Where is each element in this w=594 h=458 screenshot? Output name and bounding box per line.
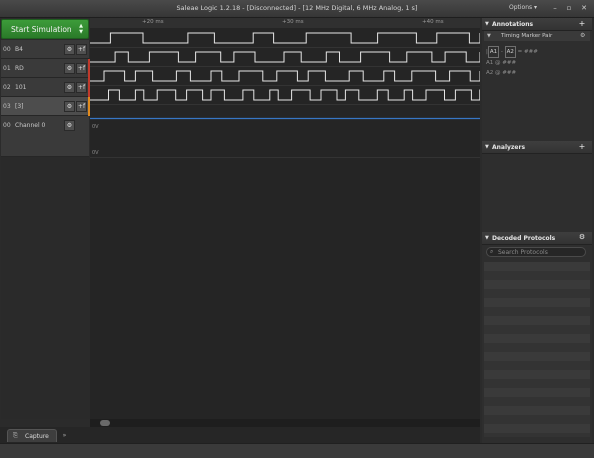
- start-simulation-button[interactable]: Start Simulation ▲ ▼: [1, 19, 89, 39]
- capture-icon: ⎘: [13, 432, 18, 439]
- marker-a2-line: A2 @ ###: [486, 70, 517, 76]
- waveform-area[interactable]: 0V 0V: [90, 28, 480, 419]
- annotations-title: Annotations: [492, 21, 534, 28]
- time-ruler[interactable]: +20 ms +30 ms +40 ms: [90, 18, 480, 28]
- digital-waveform-trace: [90, 51, 480, 63]
- gear-icon[interactable]: ⚙: [577, 233, 587, 242]
- ruler-tick: +30 ms: [282, 19, 304, 25]
- collapse-arrow-icon[interactable]: ▼: [485, 144, 489, 150]
- channel-name[interactable]: 101: [15, 84, 26, 91]
- gear-icon[interactable]: ⚙: [580, 32, 585, 39]
- timing-marker-pair-row[interactable]: ▼ Timing Marker Pair ⚙: [484, 31, 590, 41]
- status-bar: [0, 443, 594, 458]
- annotations-panel: ▼ Annotations + ▼ Timing Marker Pair ⚙ |…: [482, 18, 592, 141]
- gear-icon[interactable]: ⚙: [64, 44, 75, 55]
- trigger-edge-icon[interactable]: +f: [76, 82, 87, 93]
- decoded-protocols-header[interactable]: ▼ Decoded Protocols ⚙: [482, 232, 592, 245]
- trigger-edge-icon[interactable]: +f: [76, 63, 87, 74]
- search-icon: ⌕: [490, 248, 494, 255]
- trigger-edge-icon[interactable]: +f: [76, 101, 87, 112]
- annotations-header[interactable]: ▼ Annotations +: [482, 18, 592, 31]
- channel-name[interactable]: RD: [15, 65, 24, 72]
- search-placeholder: Search Protocols: [498, 249, 548, 256]
- channel-number: 03: [3, 103, 11, 110]
- digital-waveform-trace: [90, 89, 480, 101]
- analyzers-header[interactable]: ▼ Analyzers +: [482, 141, 592, 154]
- analog-channel-row[interactable]: 00 Channel 0 ⚙: [1, 116, 89, 157]
- timing-marker-values: | A1 - A2 = ### A1 @ ### A2 @ ###: [486, 46, 538, 78]
- ruler-tick: +20 ms: [142, 19, 164, 25]
- add-analyzer-button[interactable]: +: [577, 142, 587, 151]
- horizontal-scrollbar[interactable]: [90, 419, 480, 427]
- channel-name[interactable]: Channel 0: [15, 122, 45, 129]
- add-annotation-button[interactable]: +: [577, 19, 587, 28]
- marker-a1-line: A1 @ ###: [486, 60, 517, 66]
- gear-icon[interactable]: ⚙: [64, 63, 75, 74]
- channel-number: 02: [3, 84, 11, 91]
- channel-name[interactable]: B4: [15, 46, 23, 53]
- decoded-protocols-panel: ▼ Decoded Protocols ⚙ ⌕ Search Protocols: [482, 232, 592, 443]
- restore-button[interactable]: ▫: [563, 3, 575, 13]
- scrollbar-thumb[interactable]: [100, 420, 110, 426]
- bottom-tab-bar: [0, 427, 480, 443]
- waveform-canvas: [90, 32, 480, 158]
- window-title: Saleae Logic 1.2.18 - [Disconnected] - […: [176, 4, 418, 12]
- start-simulation-label: Start Simulation: [11, 25, 72, 34]
- collapse-arrow-icon[interactable]: ▼: [485, 235, 489, 241]
- tab-capture[interactable]: ⎘ Capture: [7, 429, 57, 442]
- simulation-spinner-icon[interactable]: ▲ ▼: [79, 23, 83, 35]
- analyzers-panel: ▼ Analyzers +: [482, 141, 592, 232]
- expand-arrow-icon[interactable]: ▼: [487, 33, 491, 39]
- channel-row[interactable]: 03 [3] ⚙ +f: [1, 97, 90, 116]
- timing-marker-pair-label: Timing Marker Pair: [501, 33, 553, 39]
- channel-list: 00 B4 ⚙ +f 01 RD ⚙ +f 02 101 ⚙ +f 03 [3]…: [1, 40, 90, 157]
- channel-number: 01: [3, 65, 11, 72]
- tab-capture-label: Capture: [25, 433, 49, 440]
- channel-row[interactable]: 01 RD ⚙ +f: [1, 59, 90, 78]
- channel-number: 00: [3, 122, 11, 129]
- ruler-tick: +40 ms: [422, 19, 444, 25]
- digital-waveform-trace: [90, 70, 480, 82]
- minimize-button[interactable]: –: [549, 3, 561, 13]
- close-button[interactable]: ✕: [578, 3, 590, 13]
- title-bar: Saleae Logic 1.2.18 - [Disconnected] - […: [0, 0, 594, 18]
- analog-scale-bottom: 0V: [92, 150, 99, 156]
- channel-row[interactable]: 00 B4 ⚙ +f: [1, 40, 89, 59]
- collapse-arrow-icon[interactable]: ▼: [485, 21, 489, 27]
- decoded-protocols-list[interactable]: [484, 262, 590, 437]
- marker-a1-button[interactable]: A1: [487, 46, 500, 58]
- options-menu[interactable]: Options ▾: [509, 4, 537, 11]
- channel-number: 00: [3, 46, 11, 53]
- gear-icon[interactable]: ⚙: [64, 101, 75, 112]
- search-protocols-input[interactable]: ⌕ Search Protocols: [486, 247, 586, 257]
- marker-formula: | A1 - A2 = ###: [486, 46, 538, 58]
- more-tabs-icon[interactable]: »: [58, 429, 71, 442]
- gear-icon[interactable]: ⚙: [64, 120, 75, 131]
- analyzers-title: Analyzers: [492, 144, 526, 151]
- decoded-protocols-title: Decoded Protocols: [492, 235, 556, 242]
- channel-row[interactable]: 02 101 ⚙ +f: [1, 78, 90, 97]
- gear-icon[interactable]: ⚙: [64, 82, 75, 93]
- marker-a2-button[interactable]: A2: [504, 46, 516, 58]
- channel-list-empty-area: [1, 157, 90, 419]
- trigger-edge-icon[interactable]: +f: [76, 44, 87, 55]
- analog-scale-top: 0V: [92, 124, 99, 130]
- channel-name[interactable]: [3]: [15, 103, 24, 110]
- digital-waveform-trace: [90, 32, 480, 44]
